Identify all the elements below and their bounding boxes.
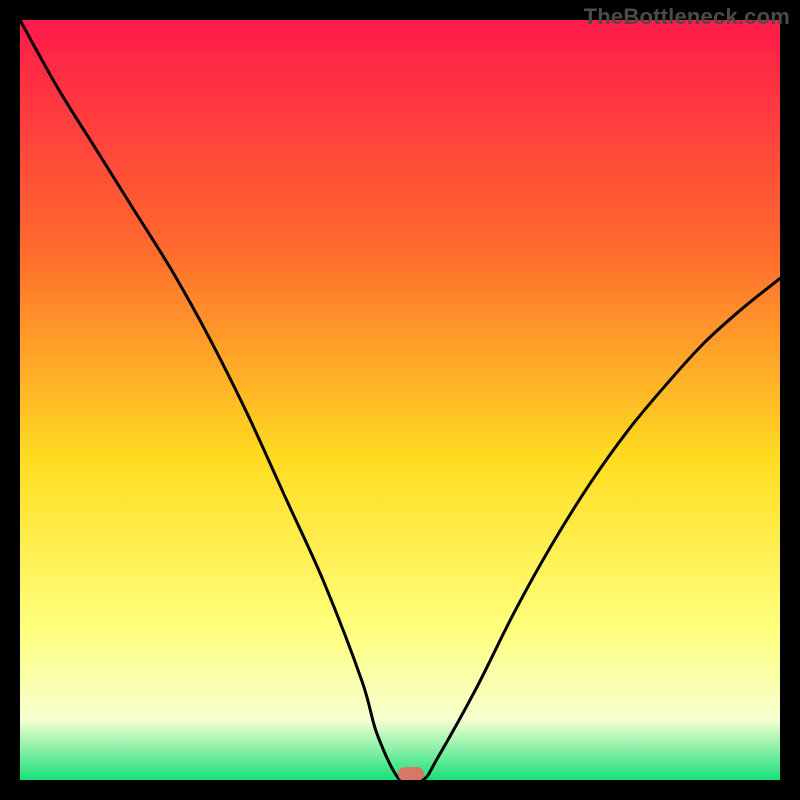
chart-svg: [20, 20, 780, 780]
plot-area: [20, 20, 780, 780]
chart-frame: TheBottleneck.com: [0, 0, 800, 800]
optimal-marker: [398, 767, 424, 780]
watermark-text: TheBottleneck.com: [584, 4, 790, 30]
gradient-background: [20, 20, 780, 780]
